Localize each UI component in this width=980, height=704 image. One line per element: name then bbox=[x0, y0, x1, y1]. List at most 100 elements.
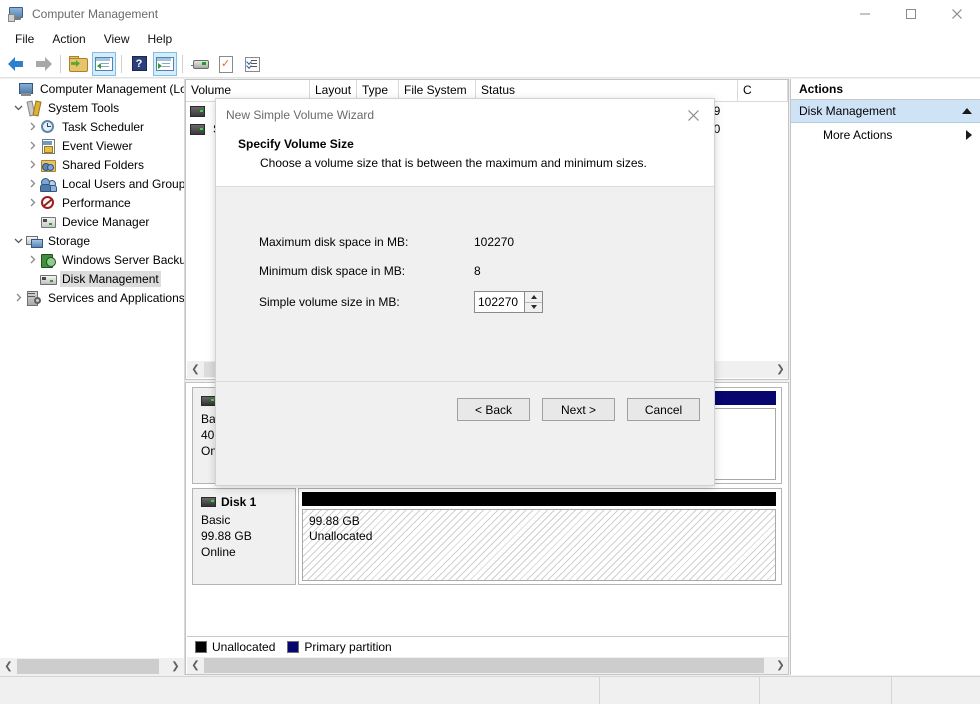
actions-pane: Actions Disk Management More Actions bbox=[790, 79, 980, 675]
tree-item-performance[interactable]: Performance bbox=[0, 193, 184, 212]
scroll-right-icon[interactable]: ❯ bbox=[772, 657, 789, 674]
legend-label: Unallocated bbox=[212, 640, 275, 654]
twisty-collapsed-icon[interactable] bbox=[24, 174, 40, 193]
close-button[interactable] bbox=[934, 0, 980, 28]
properties-button[interactable]: ✓ bbox=[214, 52, 238, 76]
tree-item-task-scheduler[interactable]: Task Scheduler bbox=[0, 117, 184, 136]
actions-group-disk-management[interactable]: Disk Management bbox=[791, 100, 980, 123]
menu-view[interactable]: View bbox=[95, 30, 139, 48]
twisty-collapsed-icon[interactable] bbox=[24, 117, 40, 136]
twisty-collapsed-icon[interactable] bbox=[10, 288, 26, 307]
dialog-close-button[interactable] bbox=[672, 99, 714, 131]
column-header-capacity[interactable]: C bbox=[738, 80, 788, 101]
tree-item-device-manager[interactable]: Device Manager bbox=[0, 212, 184, 231]
scroll-right-icon[interactable]: ❯ bbox=[772, 361, 789, 378]
status-bar bbox=[0, 676, 980, 704]
field-minimum-disk-space: Minimum disk space in MB: 8 bbox=[216, 256, 714, 285]
computer-management-window: Computer Management File Action View Hel… bbox=[0, 0, 980, 704]
tree-item-computer-management[interactable]: Computer Management (Local bbox=[0, 79, 184, 98]
triangle-down-icon bbox=[531, 305, 537, 309]
scroll-track[interactable] bbox=[204, 657, 772, 674]
twisty-expanded-icon[interactable] bbox=[10, 231, 26, 250]
chevron-up-icon[interactable] bbox=[962, 108, 972, 114]
partition-block[interactable]: 99.88 GB Unallocated bbox=[302, 492, 776, 581]
tree-horizontal-scrollbar[interactable]: ❮ ❯ bbox=[0, 657, 184, 675]
twisty-collapsed-icon[interactable] bbox=[24, 136, 40, 155]
window-controls bbox=[842, 0, 980, 28]
graphical-view-horizontal-scrollbar[interactable]: ❮ ❯ bbox=[187, 656, 789, 674]
tree-item-label: Services and Applications bbox=[46, 290, 184, 306]
actions-pane-title: Actions bbox=[791, 79, 980, 100]
clock-icon bbox=[40, 119, 56, 135]
tree-item-label: Storage bbox=[46, 233, 92, 249]
simple-volume-size-input[interactable] bbox=[475, 292, 524, 312]
menu-action[interactable]: Action bbox=[43, 30, 94, 48]
twisty-collapsed-icon[interactable] bbox=[24, 155, 40, 174]
tree-item-label: Task Scheduler bbox=[60, 119, 146, 135]
tree-item-disk-management[interactable]: Disk Management bbox=[0, 269, 184, 288]
tree-item-services-and-applications[interactable]: Services and Applications bbox=[0, 288, 184, 307]
next-button[interactable]: Next > bbox=[542, 398, 615, 421]
disk-name: Disk 1 bbox=[221, 495, 256, 509]
twisty-collapsed-icon[interactable] bbox=[24, 193, 40, 212]
tree-item-local-users-and-groups[interactable]: Local Users and Groups bbox=[0, 174, 184, 193]
up-folder-button[interactable] bbox=[66, 52, 90, 76]
window-title: Computer Management bbox=[32, 7, 842, 21]
toolbar-separator bbox=[121, 55, 122, 73]
disk-info-panel[interactable]: Disk 1 Basic 99.88 GB Online bbox=[192, 488, 296, 585]
scroll-left-icon[interactable]: ❮ bbox=[187, 361, 204, 378]
title-bar: Computer Management bbox=[0, 0, 980, 28]
tree-item-windows-server-backup[interactable]: Windows Server Backup bbox=[0, 250, 184, 269]
list-view-button[interactable] bbox=[240, 52, 264, 76]
tree-item-storage[interactable]: Storage bbox=[0, 231, 184, 250]
shared-folders-icon bbox=[40, 157, 56, 173]
twisty-expanded-icon[interactable] bbox=[10, 98, 26, 117]
back-button[interactable] bbox=[5, 52, 29, 76]
help-button[interactable]: ? bbox=[127, 52, 151, 76]
stepper-buttons bbox=[524, 292, 542, 312]
scroll-left-icon[interactable]: ❮ bbox=[0, 658, 17, 675]
show-hide-action-pane-button[interactable] bbox=[153, 52, 177, 76]
rescan-disks-button[interactable] bbox=[188, 52, 212, 76]
legend-label: Primary partition bbox=[304, 640, 391, 654]
dialog-title: New Simple Volume Wizard bbox=[226, 108, 672, 122]
twisty-collapsed-icon[interactable] bbox=[24, 250, 40, 269]
dialog-body: Maximum disk space in MB: 102270 Minimum… bbox=[216, 187, 714, 437]
chevron-right-icon[interactable] bbox=[966, 130, 972, 140]
partition-details: 99.88 GB Unallocated bbox=[302, 509, 776, 581]
console-tree: Computer Management (Local System Tools … bbox=[0, 79, 184, 654]
stepper-increment-button[interactable] bbox=[525, 292, 542, 303]
stepper-decrement-button[interactable] bbox=[525, 303, 542, 313]
forward-button[interactable] bbox=[31, 52, 55, 76]
simple-volume-size-stepper[interactable] bbox=[474, 291, 543, 313]
back-arrow-icon bbox=[8, 57, 26, 71]
toolbar-separator bbox=[60, 55, 61, 73]
scroll-thumb[interactable] bbox=[204, 658, 764, 673]
users-group-icon bbox=[40, 176, 56, 192]
services-icon bbox=[26, 290, 42, 306]
field-label: Minimum disk space in MB: bbox=[259, 264, 474, 278]
computer-management-icon bbox=[18, 81, 34, 97]
legend-item-unallocated: Unallocated bbox=[195, 640, 275, 654]
cancel-button[interactable]: Cancel bbox=[627, 398, 700, 421]
tree-item-shared-folders[interactable]: Shared Folders bbox=[0, 155, 184, 174]
menu-file[interactable]: File bbox=[6, 30, 43, 48]
folder-up-icon bbox=[69, 56, 87, 71]
toolbar: ? ✓ bbox=[0, 50, 980, 78]
status-cell bbox=[892, 677, 980, 704]
twisty-none bbox=[2, 79, 18, 98]
menu-help[interactable]: Help bbox=[139, 30, 182, 48]
scroll-thumb[interactable] bbox=[17, 659, 159, 674]
show-hide-console-tree-button[interactable] bbox=[92, 52, 116, 76]
scroll-left-icon[interactable]: ❮ bbox=[187, 657, 204, 674]
back-button[interactable]: < Back bbox=[457, 398, 530, 421]
actions-item-more-actions[interactable]: More Actions bbox=[791, 123, 980, 147]
scroll-right-icon[interactable]: ❯ bbox=[167, 658, 184, 675]
maximize-button[interactable] bbox=[888, 0, 934, 28]
scroll-track[interactable] bbox=[17, 658, 167, 675]
tree-item-system-tools[interactable]: System Tools bbox=[0, 98, 184, 117]
tree-item-event-viewer[interactable]: Event Viewer bbox=[0, 136, 184, 155]
dialog-heading: Specify Volume Size bbox=[238, 137, 692, 151]
minimize-button[interactable] bbox=[842, 0, 888, 28]
twisty-none bbox=[24, 212, 40, 231]
